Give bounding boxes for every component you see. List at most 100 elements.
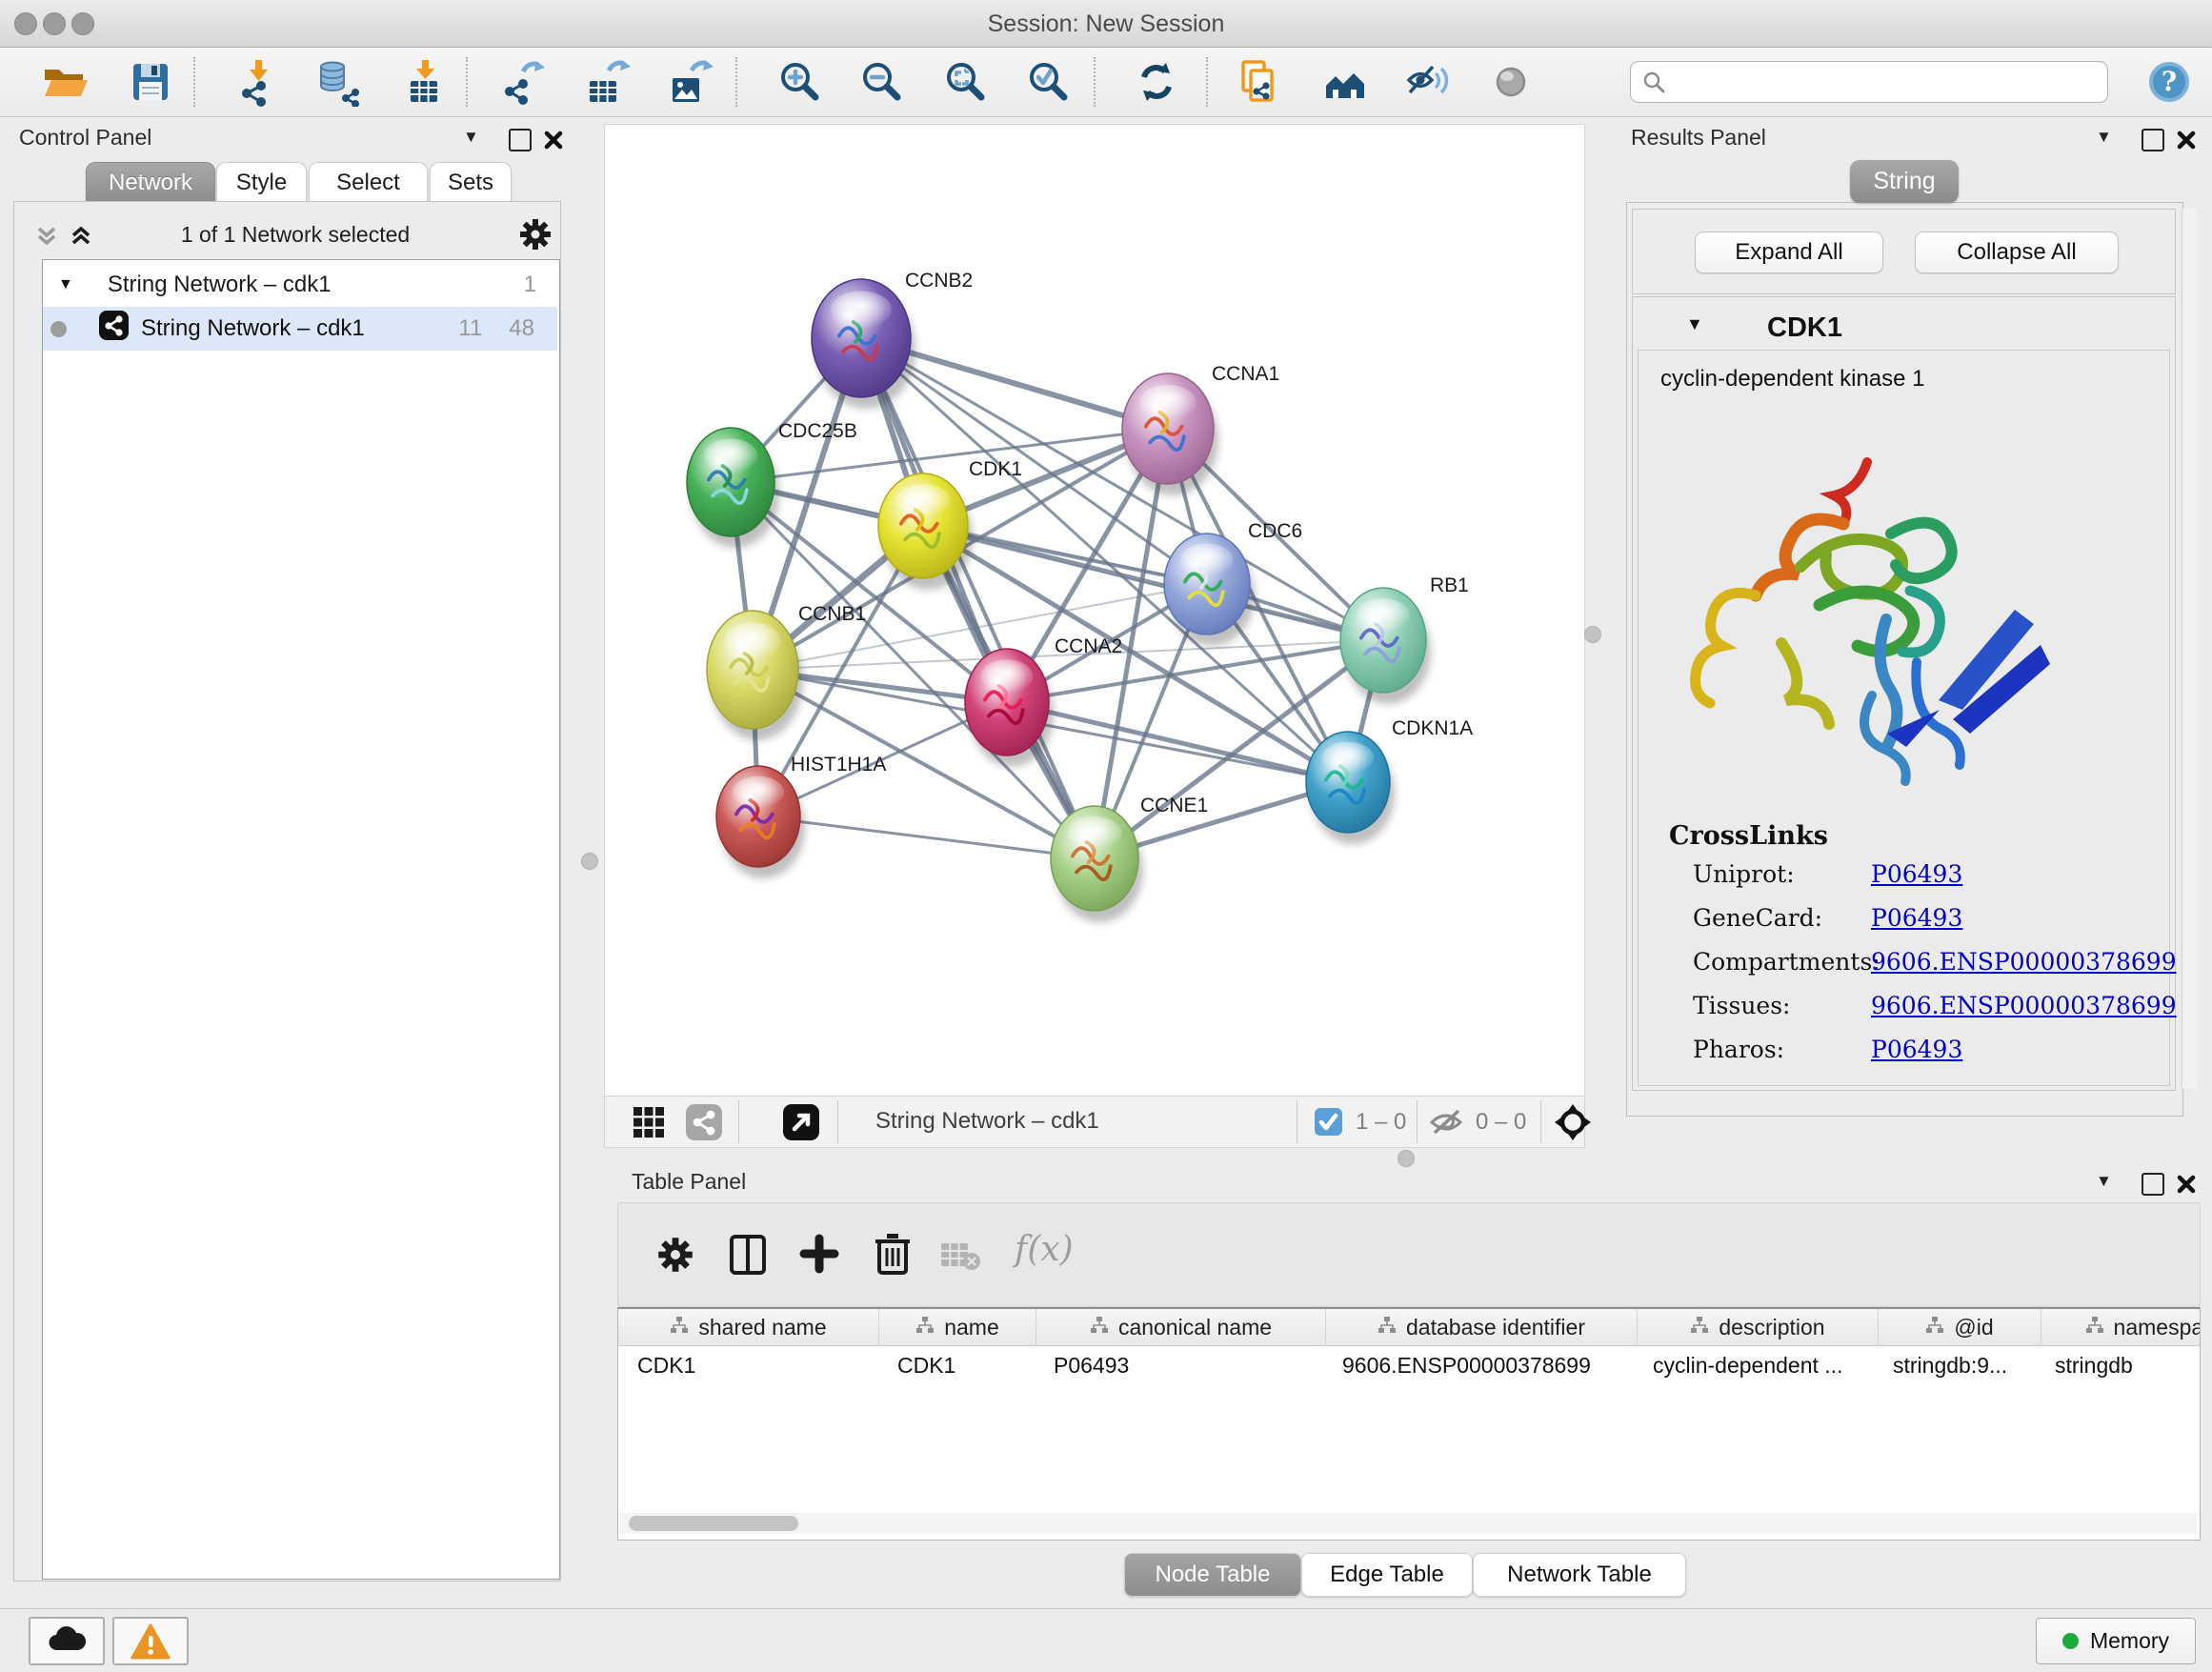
table-panel-close-icon[interactable] bbox=[2176, 1174, 2197, 1195]
right-splitter-handle[interactable] bbox=[1584, 626, 1601, 643]
import-table-icon[interactable] bbox=[400, 57, 450, 107]
column-header-namespace[interactable]: namespace bbox=[2041, 1309, 2201, 1345]
control-panel-float-icon[interactable] bbox=[509, 129, 532, 151]
import-network-file-icon[interactable] bbox=[233, 57, 283, 107]
string-view-icon[interactable] bbox=[685, 1103, 723, 1146]
results-panel-float-icon[interactable] bbox=[2142, 129, 2164, 151]
tab-string[interactable]: String bbox=[1850, 160, 1959, 203]
table-panel-collapse-icon[interactable]: ▼ bbox=[2096, 1172, 2112, 1191]
show-columns-icon[interactable] bbox=[729, 1234, 767, 1280]
table-row[interactable]: CDK1 CDK1 P06493 9606.ENSP00000378699 cy… bbox=[618, 1346, 2200, 1384]
tab-network[interactable]: Network bbox=[86, 162, 215, 202]
column-header-name[interactable]: name bbox=[879, 1309, 1036, 1345]
collapse-all-label: Collapse All bbox=[1957, 239, 2076, 266]
control-panel-collapse-icon[interactable]: ▼ bbox=[463, 128, 479, 147]
cell-description[interactable]: cyclin-dependent ... bbox=[1634, 1346, 1874, 1384]
table-panel-float-icon[interactable] bbox=[2142, 1173, 2164, 1196]
svg-text:CCNE1: CCNE1 bbox=[1140, 795, 1208, 816]
table-panel-title: Table Panel bbox=[632, 1169, 746, 1195]
network-canvas[interactable]: CCNB2CCNA1CDC25BCDK1CDC6RB1CCNB1CCNA2CDK… bbox=[604, 124, 1585, 1097]
column-label: @id bbox=[1954, 1315, 1993, 1340]
column-header-canonical-name[interactable]: canonical name bbox=[1036, 1309, 1326, 1345]
cell-name[interactable]: CDK1 bbox=[878, 1346, 1035, 1384]
tab-node-table[interactable]: Node Table bbox=[1124, 1553, 1301, 1597]
houses-icon[interactable] bbox=[1320, 57, 1370, 107]
zoom-out-icon[interactable] bbox=[857, 57, 907, 107]
crosslink-genecard-link[interactable]: P06493 bbox=[1871, 904, 1962, 932]
crosslink-compartments-link[interactable]: 9606.ENSP00000378699 bbox=[1871, 948, 2177, 976]
zoom-fit-icon[interactable] bbox=[941, 57, 991, 107]
cloud-button[interactable] bbox=[29, 1617, 105, 1665]
tab-network-table[interactable]: Network Table bbox=[1473, 1553, 1686, 1597]
cell-shared-name[interactable]: CDK1 bbox=[618, 1346, 878, 1384]
grid-mode-icon[interactable] bbox=[632, 1105, 666, 1144]
fit-content-crosshair-icon[interactable] bbox=[1554, 1103, 1592, 1146]
column-header-id[interactable]: @id bbox=[1879, 1309, 2041, 1345]
bottom-splitter-handle[interactable] bbox=[1398, 1150, 1415, 1167]
expand-all-networks-icon[interactable] bbox=[69, 221, 93, 254]
column-label: canonical name bbox=[1118, 1315, 1272, 1340]
cell-database-identifier[interactable]: 9606.ENSP00000378699 bbox=[1323, 1346, 1634, 1384]
control-panel-close-icon[interactable] bbox=[543, 130, 564, 151]
import-network-database-icon[interactable] bbox=[313, 57, 363, 107]
tab-string-label: String bbox=[1873, 168, 1935, 195]
crosslink-uniprot-link[interactable]: P06493 bbox=[1871, 860, 1962, 888]
show-graphics-details-icon[interactable] bbox=[1486, 57, 1536, 107]
column-header-description[interactable]: description bbox=[1638, 1309, 1879, 1345]
gene-section-collapse-icon[interactable]: ▼ bbox=[1686, 314, 1703, 334]
results-panel-collapse-icon[interactable]: ▼ bbox=[2096, 128, 2112, 147]
collapse-all-networks-icon[interactable] bbox=[34, 221, 59, 254]
tab-edge-table[interactable]: Edge Table bbox=[1301, 1553, 1473, 1597]
network-edge-count: 48 bbox=[509, 315, 534, 342]
column-label: database identifier bbox=[1406, 1315, 1585, 1340]
create-column-icon[interactable] bbox=[799, 1234, 839, 1279]
export-network-icon[interactable] bbox=[498, 57, 548, 107]
network-graph[interactable]: CCNB2CCNA1CDC25BCDK1CDC6RB1CCNB1CCNA2CDK… bbox=[605, 125, 1584, 1096]
column-header-shared-name[interactable]: shared name bbox=[618, 1309, 879, 1345]
save-session-icon[interactable] bbox=[126, 57, 175, 107]
cell-id[interactable]: stringdb:9... bbox=[1874, 1346, 2036, 1384]
zoom-selected-icon[interactable] bbox=[1024, 57, 1074, 107]
selected-checkbox-icon[interactable] bbox=[1314, 1107, 1343, 1141]
network-list bbox=[42, 259, 560, 1580]
refresh-layout-icon[interactable] bbox=[1132, 57, 1181, 107]
hide-graphics-details-icon[interactable] bbox=[1403, 57, 1453, 107]
delete-column-trash-icon[interactable] bbox=[874, 1232, 912, 1280]
network-selection-status: 1 of 1 Network selected bbox=[124, 222, 467, 248]
scrollbar-thumb[interactable] bbox=[629, 1516, 798, 1531]
help-icon[interactable]: ? bbox=[2145, 58, 2193, 111]
memory-button[interactable]: Memory bbox=[2036, 1618, 2196, 1664]
zoom-in-icon[interactable] bbox=[775, 57, 825, 107]
network-collection-row[interactable]: ▼ String Network – cdk1 1 bbox=[43, 263, 557, 307]
cell-namespace[interactable]: stringdb bbox=[2036, 1346, 2201, 1384]
table-horizontal-scrollbar[interactable] bbox=[619, 1513, 2197, 1534]
export-image-icon[interactable] bbox=[665, 57, 714, 107]
results-panel-close-icon[interactable] bbox=[2176, 130, 2197, 151]
open-session-icon[interactable] bbox=[40, 57, 90, 107]
tab-select-label: Select bbox=[336, 170, 400, 196]
results-scrollbar[interactable] bbox=[2182, 209, 2197, 1089]
tab-select[interactable]: Select bbox=[309, 162, 428, 202]
crosslink-pharos-link[interactable]: P06493 bbox=[1871, 1036, 1962, 1063]
export-table-icon[interactable] bbox=[582, 57, 632, 107]
search-input[interactable] bbox=[1630, 61, 2108, 103]
expand-all-button[interactable]: Expand All bbox=[1695, 232, 1883, 273]
left-splitter-handle[interactable] bbox=[581, 853, 598, 870]
table-toolbar: f(x) bbox=[617, 1202, 2201, 1307]
warning-button[interactable] bbox=[112, 1617, 189, 1665]
memory-status-dot bbox=[2062, 1633, 2079, 1649]
table-options-gear-icon[interactable] bbox=[656, 1236, 694, 1279]
tab-sets[interactable]: Sets bbox=[430, 162, 512, 202]
network-options-gear-icon[interactable] bbox=[518, 217, 553, 256]
network-row-selected[interactable]: String Network – cdk1 11 48 bbox=[43, 307, 557, 351]
crosslink-tissues-link[interactable]: 9606.ENSP00000378699 bbox=[1871, 992, 2177, 1019]
column-header-database-identifier[interactable]: database identifier bbox=[1326, 1309, 1638, 1345]
protein-structure-image[interactable] bbox=[1667, 424, 2058, 796]
clone-network-icon[interactable] bbox=[1235, 57, 1284, 107]
collapse-all-button[interactable]: Collapse All bbox=[1915, 232, 2119, 273]
tab-style[interactable]: Style bbox=[216, 162, 307, 202]
collection-expand-icon[interactable]: ▼ bbox=[58, 276, 73, 293]
cell-canonical-name[interactable]: P06493 bbox=[1035, 1346, 1323, 1384]
node-table[interactable]: shared name name canonical name database… bbox=[617, 1307, 2201, 1541]
birdseye-view-icon[interactable] bbox=[782, 1103, 820, 1146]
